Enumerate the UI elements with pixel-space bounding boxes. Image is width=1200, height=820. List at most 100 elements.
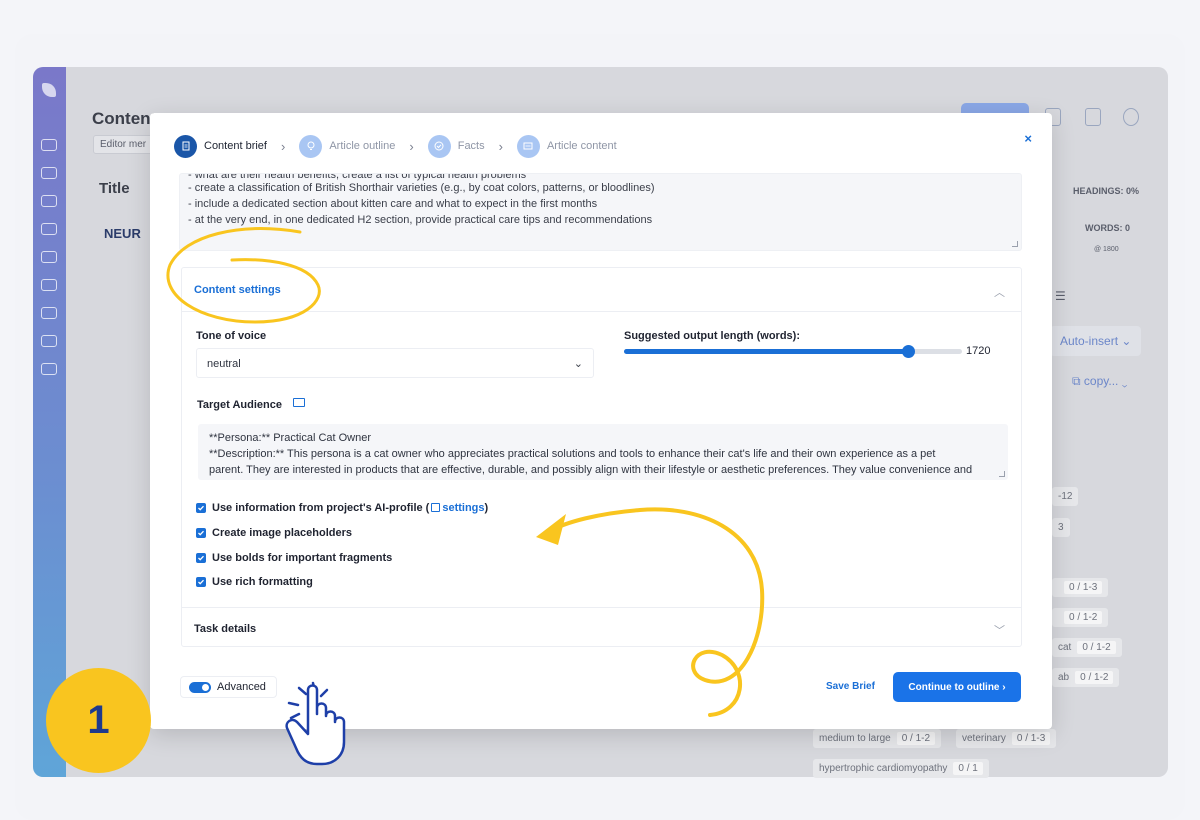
output-length-label: Suggested output length (words): <box>624 330 800 342</box>
bg-copy: ⧉ copy... ⌄ <box>1072 374 1128 388</box>
checkbox-checked-icon[interactable] <box>196 577 206 587</box>
resize-handle[interactable] <box>1012 241 1018 247</box>
step-article-content[interactable]: Article content <box>516 134 617 158</box>
advanced-toggle[interactable]: Advanced <box>180 676 277 698</box>
save-brief-button[interactable]: Save Brief <box>826 681 875 692</box>
bg-keyword-pill: veterinary 0 / 1-3 <box>956 729 1057 748</box>
bg-check-icon <box>1123 108 1139 126</box>
bg-keyword-count: 0 / 1-2 <box>1075 671 1114 684</box>
step-label: Article content <box>546 140 617 152</box>
bg-list-icon: ☰ <box>1055 289 1066 303</box>
image-placeholders-label: Create image placeholders <box>212 527 353 539</box>
rich-formatting-checkbox-row[interactable]: Use rich formatting <box>196 576 313 588</box>
bg-keyword-pill: ab 0 / 1-2 <box>1052 668 1120 687</box>
sidebar-network-icon[interactable] <box>41 307 57 319</box>
sidebar-team-icon[interactable] <box>41 279 57 291</box>
task-details-header[interactable]: Task details ﹀ <box>182 607 1021 648</box>
bolds-checkbox-row[interactable]: Use bolds for important fragments <box>196 552 392 564</box>
external-link-icon <box>431 503 441 512</box>
wizard-steps: Content brief › Article outline › Facts … <box>174 134 631 158</box>
advanced-label: Advanced <box>217 681 266 693</box>
image-placeholders-checkbox-row[interactable]: Create image placeholders <box>196 527 352 539</box>
bg-keyword-label: cat <box>1058 642 1072 653</box>
output-length-slider[interactable] <box>624 345 962 358</box>
bg-keyword-pill: 0 / 1-2 <box>1052 608 1109 627</box>
target-audience-label: Target Audience <box>197 399 282 411</box>
sidebar-feather-icon[interactable] <box>41 195 57 207</box>
step-facts[interactable]: Facts › <box>427 134 503 158</box>
sidebar-doc-icon[interactable] <box>41 223 57 235</box>
bg-keyword-count: 0 / 1 <box>953 762 983 775</box>
sidebar-chart-icon[interactable] <box>41 251 57 263</box>
checkbox-checked-icon[interactable] <box>196 553 206 563</box>
rich-formatting-label: Use rich formatting <box>212 576 313 588</box>
bg-keyword-count: 0 / 1-3 <box>1011 732 1051 745</box>
bg-auto-insert: Auto-insert ⌄ <box>1050 326 1142 356</box>
bg-keyword-count: 0 / 1-3 <box>1064 581 1103 594</box>
lightbulb-icon <box>299 134 323 158</box>
sidebar-users-icon[interactable] <box>41 167 57 179</box>
bg-keyword-count: 0 / 1-2 <box>896 732 936 745</box>
bg-keyword-pill: hypertrophic cardiomyopathy 0 / 1 <box>813 759 989 778</box>
chevron-right-icon: › <box>498 138 503 154</box>
continue-to-outline-button[interactable]: Continue to outline › <box>893 672 1021 702</box>
folder-icon[interactable] <box>293 398 305 407</box>
bg-side-num: 3 <box>1052 518 1070 537</box>
tone-of-voice-select[interactable]: neutral ⌄ <box>196 348 594 378</box>
ai-profile-settings-link[interactable]: settings <box>442 502 484 514</box>
audience-line: **Description:** This persona is a cat o… <box>209 448 936 460</box>
slider-fill <box>624 349 908 354</box>
sidebar-puzzle-icon[interactable] <box>41 363 57 375</box>
bg-title-label: Title <box>99 180 130 197</box>
step-content-brief[interactable]: Content brief › <box>174 134 286 158</box>
chevron-right-icon: › <box>409 138 414 154</box>
bg-headings-stat: HEADINGS: 0% <box>1073 186 1140 196</box>
bg-keyword-pill: medium to large 0 / 1-2 <box>813 729 942 748</box>
content-brief-textarea[interactable]: - what are their health benefits, create… <box>179 173 1022 251</box>
checkbox-checked-icon[interactable] <box>196 503 206 513</box>
ai-profile-suffix: ) <box>484 502 489 514</box>
bg-file-icon <box>1085 108 1101 126</box>
bg-editor-chip: Editor mer <box>93 135 154 154</box>
chevron-up-icon[interactable]: ︿ <box>994 284 1005 300</box>
check-badge-icon <box>427 134 451 158</box>
bg-keyword-label: ab <box>1058 672 1070 683</box>
close-button[interactable]: × <box>1024 131 1032 146</box>
bg-keyword-pill: cat 0 / 1-2 <box>1052 638 1122 657</box>
ai-profile-label: Use information from project's AI-profil… <box>212 502 488 514</box>
chevron-right-icon: › <box>280 138 286 154</box>
bg-words-target: @ 1800 <box>1094 246 1119 253</box>
step-label: Content brief <box>204 140 267 152</box>
brief-line: - include a dedicated section about kitt… <box>188 198 598 210</box>
slider-thumb[interactable] <box>901 345 915 358</box>
content-settings-title: Content settings <box>194 284 281 296</box>
content-brief-modal: Content brief › Article outline › Facts … <box>150 113 1052 729</box>
tone-of-voice-value: neutral <box>207 358 241 370</box>
brief-line: - at the very end, in one dedicated H2 s… <box>188 214 653 226</box>
audience-line: **Persona:** Practical Cat Owner <box>209 432 372 444</box>
bg-keyword-count: 0 / 1-2 <box>1077 641 1116 654</box>
target-audience-textarea[interactable]: **Persona:** Practical Cat Owner **Descr… <box>198 424 1008 480</box>
step-article-outline[interactable]: Article outline › <box>299 134 414 158</box>
bolds-label: Use bolds for important fragments <box>212 552 393 564</box>
toggle-switch[interactable] <box>189 681 211 693</box>
resize-handle[interactable] <box>999 471 1005 477</box>
step-number: 1 <box>87 698 110 742</box>
brief-line: - create a classification of British Sho… <box>188 182 655 194</box>
chevron-down-icon[interactable]: ﹀ <box>994 622 1005 638</box>
ai-profile-checkbox-row[interactable]: Use information from project's AI-profil… <box>196 502 488 514</box>
checkbox-checked-icon[interactable] <box>196 528 206 538</box>
bg-keyword-pill: 0 / 1-3 <box>1052 578 1109 597</box>
app-sidebar <box>33 67 66 777</box>
step-number-badge: 1 <box>46 668 151 773</box>
content-settings-header[interactable]: Content settings ︿ <box>182 268 1021 312</box>
sidebar-folder-icon[interactable] <box>41 139 57 151</box>
brief-line: - what are their health benefits, create… <box>188 173 527 181</box>
output-length-value: 1720 <box>966 345 991 357</box>
bg-brand: NEUR <box>104 226 141 241</box>
bg-words-stat: WORDS: 0 <box>1085 223 1130 233</box>
sidebar-code-icon[interactable] <box>41 335 57 347</box>
ai-profile-prefix: Use information from project's AI-profil… <box>212 502 430 514</box>
bg-side-num: -12 <box>1052 487 1079 506</box>
tone-of-voice-label: Tone of voice <box>196 330 267 342</box>
